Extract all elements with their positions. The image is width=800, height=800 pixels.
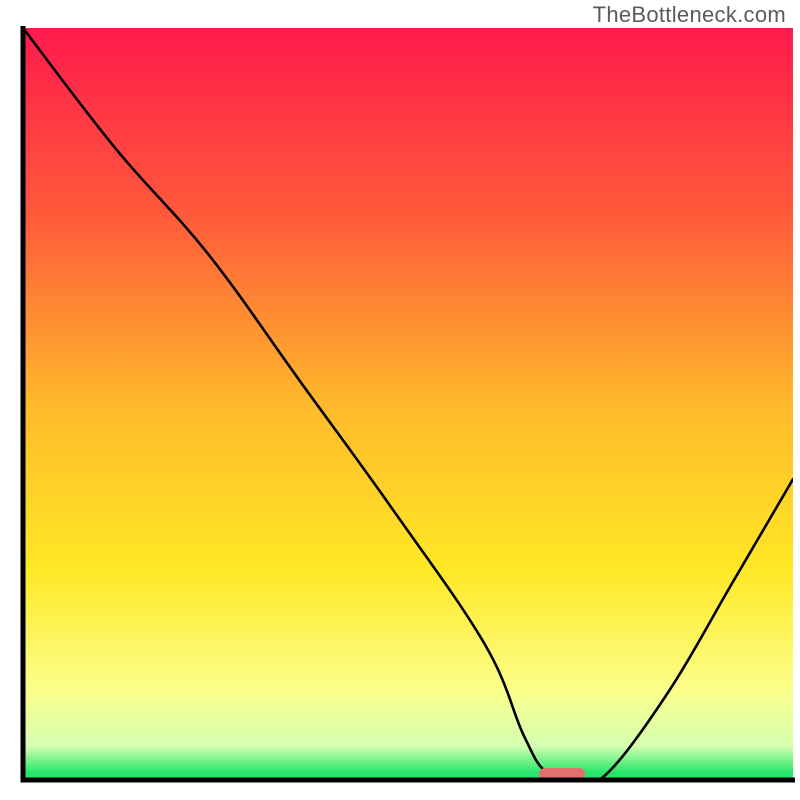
plot-background [23, 28, 793, 780]
chart-container: { "watermark": "TheBottleneck.com", "cha… [0, 0, 800, 800]
watermark-text: TheBottleneck.com [593, 2, 786, 28]
bottleneck-chart [0, 0, 800, 800]
